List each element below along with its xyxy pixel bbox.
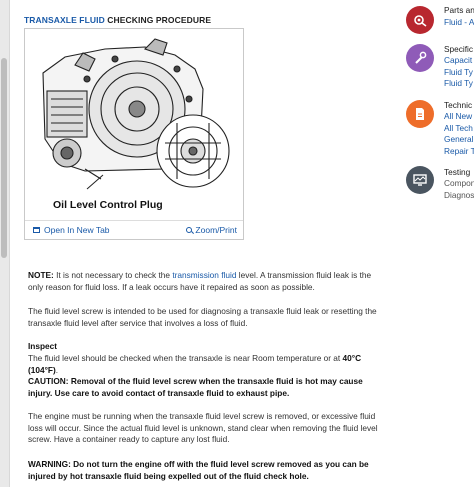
sidebar-specs-link-3[interactable]: Fluid Ty <box>444 78 473 88</box>
sidebar-tech-link-3[interactable]: General <box>444 134 474 144</box>
inspect-paragraph: The fluid level should be checked when t… <box>28 353 380 376</box>
figure-oil-level-plug[interactable]: Oil Level Control Plug Open In New Tab Z… <box>24 28 244 240</box>
inspect-heading-text: Inspect <box>28 341 58 351</box>
sidebar-tech-link-1[interactable]: All New <box>444 111 472 121</box>
transmission-fluid-link[interactable]: transmission fluid <box>172 270 236 280</box>
note-label: NOTE: <box>28 270 54 280</box>
sidebar-tech-link-4[interactable]: Repair T <box>444 146 474 156</box>
inspect-period: . <box>55 364 59 375</box>
note-text-1: It is not necessary to check the <box>53 270 173 280</box>
inspect-heading: Inspect <box>28 341 380 353</box>
sidebar-testing-text-1[interactable]: Compon <box>444 178 474 188</box>
sidebar-specs-heading: Specific <box>444 44 474 54</box>
sidebar-testing-text-2[interactable]: Diagnos <box>444 190 474 200</box>
sidebar-tech-heading: Technic <box>444 100 473 110</box>
magnifier-icon <box>186 227 193 233</box>
fluid-screw-paragraph: The fluid level screw is intended to be … <box>28 306 377 328</box>
page-title: TRANSAXLE FLUID CHECKING PROCEDURE <box>24 15 211 25</box>
zoom-print-label: Zoom/Print <box>195 225 237 235</box>
monitor-icon <box>406 166 434 194</box>
sidebar-parts-heading: Parts and <box>444 5 474 15</box>
caution-paragraph: CAUTION: Removal of the fluid level scre… <box>28 376 363 398</box>
related-sidebar: Parts and Fluid - A Specific Capacit Flu… <box>406 0 474 487</box>
title-link-transaxle-fluid[interactable]: TRANSAXLE FLUID <box>24 15 105 25</box>
procedure-content: TRANSAXLE FLUID CHECKING PROCEDURE Oil L… <box>24 0 386 487</box>
wrench-icon <box>406 44 434 72</box>
sidebar-tech-link-2[interactable]: All Tech <box>444 123 473 133</box>
sidebar-specs-link-1[interactable]: Capacit <box>444 55 472 65</box>
sidebar-testing-heading: Testing <box>444 167 471 177</box>
transaxle-illustration <box>42 38 230 190</box>
warning-paragraph: WARNING: Do not turn the engine off with… <box>28 459 369 481</box>
figure-toolbar: Open In New Tab Zoom/Print <box>25 220 243 239</box>
document-icon <box>406 100 434 128</box>
title-rest: CHECKING PROCEDURE <box>104 15 212 25</box>
sidebar-parts-link-1[interactable]: Fluid - A <box>444 17 474 27</box>
open-new-tab-label: Open In New Tab <box>44 225 110 235</box>
page-scrollbar[interactable] <box>0 0 10 487</box>
new-tab-icon <box>33 227 40 233</box>
note-paragraph: NOTE: It is not necessary to check the t… <box>28 270 380 293</box>
figure-caption: Oil Level Control Plug <box>53 199 163 211</box>
open-new-tab-link[interactable]: Open In New Tab <box>33 225 110 235</box>
gear-wrench-icon <box>406 6 434 34</box>
zoom-print-link[interactable]: Zoom/Print <box>186 225 237 235</box>
sidebar-specs-link-2[interactable]: Fluid Ty <box>444 67 473 77</box>
scrollbar-thumb[interactable] <box>1 58 7 258</box>
engine-running-paragraph: The engine must be running when the tran… <box>28 411 378 444</box>
inspect-text: The fluid level should be checked when t… <box>28 353 343 363</box>
